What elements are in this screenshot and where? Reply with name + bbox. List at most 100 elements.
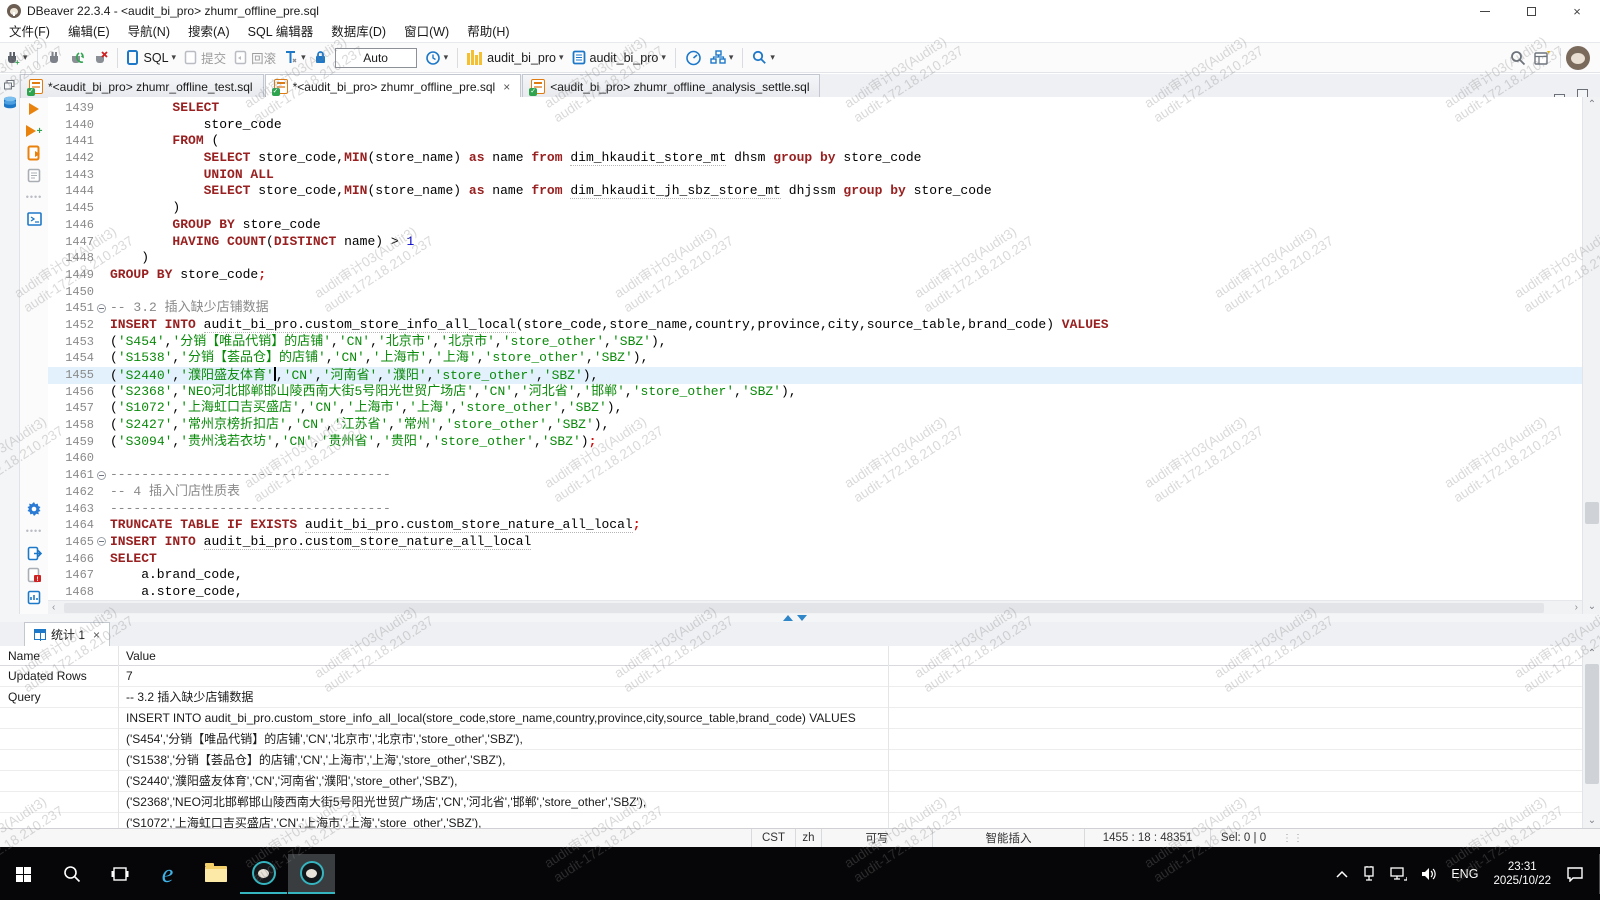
execute-new-tab-button[interactable]: +: [20, 120, 48, 142]
sql-code-editor[interactable]: 1439 SELECT1440 store_code1441 FROM (144…: [48, 97, 1582, 600]
maximize-panel-icon[interactable]: [783, 615, 793, 621]
results-vertical-scrollbar[interactable]: ⌃ ⌄: [1582, 646, 1600, 828]
table-row[interactable]: ('S1538','分销【荟品仓】的店铺','CN','上海市','上海','s…: [0, 750, 1582, 771]
table-row[interactable]: ('S2368','NEO河北邯郸邯山陵西南大街5号阳光世贸广场店','CN',…: [0, 792, 1582, 813]
editor-tab[interactable]: <audit_bi_pro> zhumr_offline_analysis_se…: [522, 74, 820, 98]
column-header-value[interactable]: Value: [118, 646, 1582, 665]
editor-vertical-scrollbar[interactable]: ⌃ ⌄: [1582, 97, 1600, 614]
column-header-name[interactable]: Name: [0, 646, 118, 665]
code-line[interactable]: 1452INSERT INTO audit_bi_pro.custom_stor…: [48, 317, 1582, 334]
menu-item[interactable]: 数据库(D): [322, 22, 395, 42]
dashboard-gauge-icon[interactable]: [681, 45, 706, 71]
code-line[interactable]: 1463------------------------------------: [48, 501, 1582, 518]
internet-explorer-icon[interactable]: e: [144, 854, 191, 894]
export-result-button[interactable]: [20, 542, 48, 564]
disconnect-button[interactable]: [89, 45, 112, 71]
sql-editor-menu-button[interactable]: SQL ▾: [123, 45, 181, 71]
scroll-up-icon[interactable]: ⌃: [1583, 648, 1600, 659]
scroll-down-icon[interactable]: ⌄: [1583, 815, 1600, 826]
network-icon[interactable]: [1390, 867, 1407, 881]
notification-center-icon[interactable]: [1566, 866, 1584, 882]
menu-item[interactable]: 窗口(W): [395, 22, 458, 42]
code-line[interactable]: 1466SELECT: [48, 551, 1582, 568]
table-row[interactable]: ('S1072','上海虹口吉买盛店','CN','上海市','上海','sto…: [0, 813, 1582, 828]
code-line[interactable]: 1449GROUP BY store_code;: [48, 267, 1582, 284]
code-line[interactable]: 1465INSERT INTO audit_bi_pro.custom_stor…: [48, 534, 1582, 551]
minimize-panel-icon[interactable]: [797, 615, 807, 621]
code-line[interactable]: 1443 UNION ALL: [48, 167, 1582, 184]
code-line[interactable]: 1447 HAVING COUNT(DISTINCT name) > 1: [48, 234, 1582, 251]
code-line[interactable]: 1439 SELECT: [48, 100, 1582, 117]
usb-icon[interactable]: [1362, 866, 1376, 882]
table-row[interactable]: ('S2440','濮阳盛友体育','CN','河南省','濮阳','store…: [0, 771, 1582, 792]
reconnect-button[interactable]: [65, 45, 89, 71]
code-line[interactable]: 1442 SELECT store_code,MIN(store_name) a…: [48, 150, 1582, 167]
start-button[interactable]: [0, 854, 47, 894]
scroll-down-icon[interactable]: ⌄: [1583, 601, 1600, 612]
transaction-log-button[interactable]: ▾: [421, 45, 453, 71]
fold-collapse-icon[interactable]: [97, 537, 106, 546]
file-explorer-icon[interactable]: [192, 854, 239, 894]
statistics-grid[interactable]: Name Value Updated Rows7Query-- 3.2 插入缺少…: [0, 646, 1582, 828]
menu-item[interactable]: SQL 编辑器: [239, 22, 323, 42]
code-line[interactable]: 1448 ): [48, 250, 1582, 267]
perspective-icon[interactable]: [1530, 45, 1555, 71]
code-line[interactable]: 1460: [48, 450, 1582, 467]
query-statistics-button[interactable]: [20, 586, 48, 608]
dbeaver-account-icon[interactable]: [1566, 46, 1590, 70]
dbeaver-taskbar-icon[interactable]: [240, 854, 287, 894]
fold-collapse-icon[interactable]: [97, 471, 106, 480]
code-line[interactable]: 1462-- 4 插入门店性质表: [48, 484, 1582, 501]
autocommit-combo[interactable]: Auto: [335, 48, 417, 68]
close-button[interactable]: ×: [1554, 0, 1600, 22]
menu-item[interactable]: 导航(N): [119, 22, 179, 42]
new-connection-button[interactable]: + ▾: [0, 45, 32, 71]
code-line[interactable]: 1464TRUNCATE TABLE IF EXISTS audit_bi_pr…: [48, 517, 1582, 534]
task-view-icon[interactable]: [96, 854, 143, 894]
code-line[interactable]: 1444 SELECT store_code,MIN(store_name) a…: [48, 183, 1582, 200]
code-line[interactable]: 1450: [48, 284, 1582, 301]
panel-sash[interactable]: [0, 614, 1600, 622]
transaction-mode-button[interactable]: ▾: [280, 45, 310, 71]
open-terminal-button[interactable]: [20, 208, 48, 230]
editor-horizontal-scrollbar[interactable]: ‹ ›: [48, 600, 1582, 614]
language-indicator[interactable]: ENG: [1451, 867, 1478, 881]
rollback-button[interactable]: 回滚: [230, 45, 280, 71]
code-line[interactable]: 1468 a.store_code,: [48, 584, 1582, 600]
dbeaver-taskbar-icon-active[interactable]: [288, 854, 335, 894]
execute-script-button[interactable]: [20, 142, 48, 164]
code-line[interactable]: 1454('S1538','分销【荟品仓】的店铺','CN','上海市','上海…: [48, 350, 1582, 367]
table-row[interactable]: Updated Rows7: [0, 666, 1582, 687]
code-line[interactable]: 1453('S454','分销【唯品代销】的店铺','CN','北京市','北京…: [48, 334, 1582, 351]
taskbar-clock[interactable]: 23:31 2025/10/22: [1493, 860, 1551, 888]
database-navigator-icon[interactable]: [3, 96, 17, 110]
code-line[interactable]: 1458('S2427','常州京榜折扣店','CN','江苏省','常州','…: [48, 417, 1582, 434]
code-line[interactable]: 1456('S2368','NEO河北邯郸邯山陵西南大街5号阳光世贸广场店','…: [48, 384, 1582, 401]
menu-item[interactable]: 搜索(A): [179, 22, 239, 42]
explain-plan-button[interactable]: [20, 164, 48, 186]
commit-button[interactable]: 提交: [180, 45, 230, 71]
code-line[interactable]: 1457('S1072','上海虹口吉买盛店','CN','上海市','上海',…: [48, 400, 1582, 417]
scroll-up-icon[interactable]: ⌃: [1583, 99, 1600, 110]
restore-view-icon[interactable]: [4, 80, 15, 90]
code-line[interactable]: 1459('S3094','贵州浅若衣坊','CN','贵州省','贵阳','s…: [48, 434, 1582, 451]
minimize-button[interactable]: [1462, 0, 1508, 22]
code-line[interactable]: 1467 a.brand_code,: [48, 567, 1582, 584]
table-row[interactable]: Query-- 3.2 插入缺少店铺数据: [0, 687, 1582, 708]
maximize-button[interactable]: [1508, 0, 1554, 22]
taskbar-search-icon[interactable]: [48, 854, 95, 894]
code-line[interactable]: 1440 store_code: [48, 117, 1582, 134]
code-line[interactable]: 1455('S2440','濮阳盛友体育','CN','河南省','濮阳','s…: [48, 367, 1582, 384]
editor-tab[interactable]: *<audit_bi_pro> zhumr_offline_pre.sql×: [265, 74, 522, 98]
editor-tab[interactable]: *<audit_bi_pro> zhumr_offline_test.sql: [20, 74, 264, 98]
code-line[interactable]: 1445 ): [48, 200, 1582, 217]
table-row[interactable]: INSERT INTO audit_bi_pro.custom_store_in…: [0, 708, 1582, 729]
fold-collapse-icon[interactable]: [97, 304, 106, 313]
code-line[interactable]: 1451-- 3.2 插入缺少店铺数据: [48, 300, 1582, 317]
menu-item[interactable]: 帮助(H): [458, 22, 518, 42]
menu-item[interactable]: 编辑(E): [59, 22, 119, 42]
code-line[interactable]: 1461------------------------------------: [48, 467, 1582, 484]
editor-settings-button[interactable]: [20, 498, 48, 520]
script-error-log-button[interactable]: !: [20, 564, 48, 586]
menu-item[interactable]: 文件(F): [0, 22, 59, 42]
